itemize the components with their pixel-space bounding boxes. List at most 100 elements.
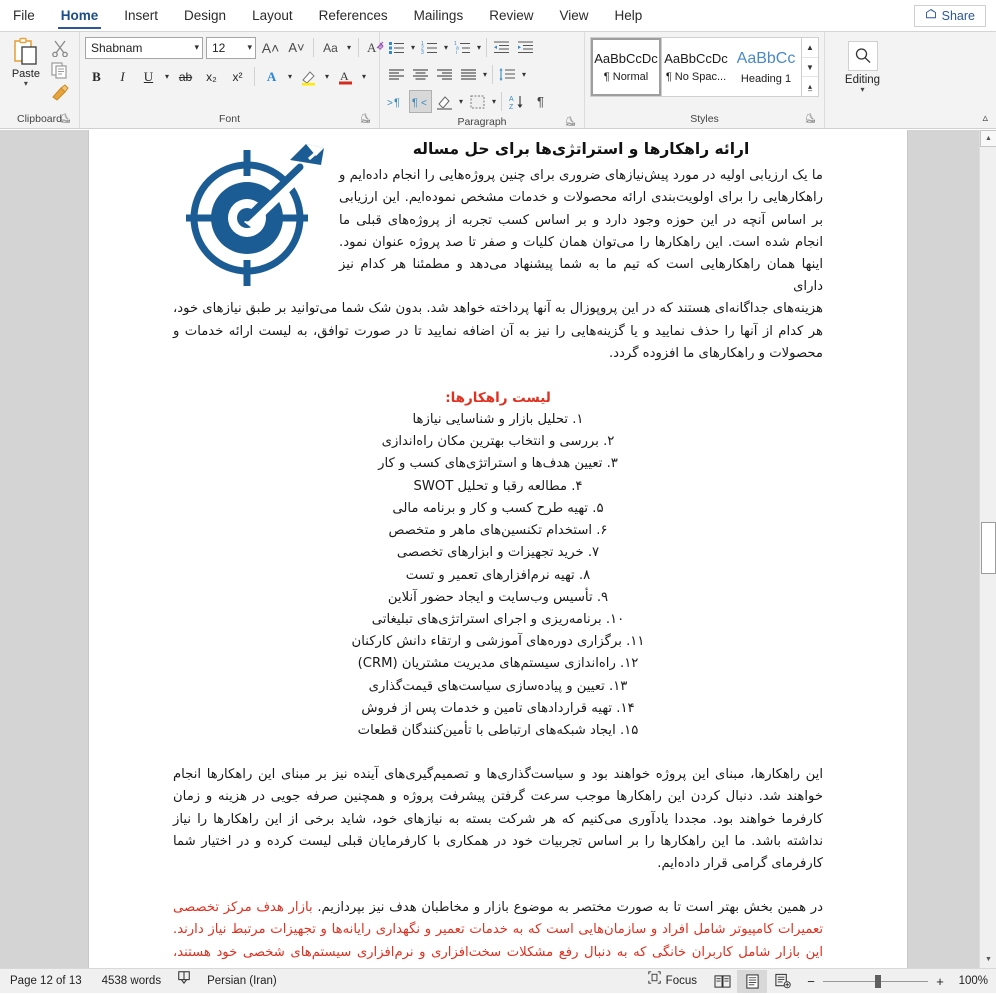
tab-layout[interactable]: Layout xyxy=(239,0,306,31)
scrollbar-thumb[interactable] xyxy=(981,522,996,574)
styles-scroll-up-icon[interactable]: ▲ xyxy=(802,38,818,58)
focus-mode-button[interactable]: Focus xyxy=(638,969,707,994)
format-painter-button[interactable] xyxy=(50,83,70,102)
tab-review[interactable]: Review xyxy=(476,0,546,31)
grow-font-button[interactable]: A˄ xyxy=(259,36,282,59)
multilevel-list-chevron-down-icon[interactable]: ▾ xyxy=(475,43,483,52)
highlight-chevron-down-icon[interactable]: ▾ xyxy=(323,72,331,81)
align-center-button[interactable] xyxy=(409,63,432,86)
subscript-button[interactable]: x₂ xyxy=(200,65,223,88)
change-case-chevron-down-icon[interactable]: ▾ xyxy=(345,43,353,52)
underline-button[interactable]: U xyxy=(137,65,160,88)
decrease-indent-button[interactable] xyxy=(490,36,513,59)
align-left-button[interactable] xyxy=(385,63,408,86)
zoom-out-button[interactable]: − xyxy=(805,974,817,989)
bullets-button[interactable] xyxy=(385,36,408,59)
tab-mailings-label: Mailings xyxy=(414,8,464,23)
page-number-status[interactable]: Page 12 of 13 xyxy=(0,969,92,994)
italic-button[interactable]: I xyxy=(111,65,134,88)
intro-paragraph-continued: هزینه‌های جداگانه‌ای هستند که در این پرو… xyxy=(173,298,823,365)
tab-help[interactable]: Help xyxy=(602,0,656,31)
underline-chevron-down-icon[interactable]: ▾ xyxy=(163,72,171,81)
scroll-up-icon[interactable]: ▲ xyxy=(980,130,996,147)
clipboard-dialog-launcher[interactable]: ⛸ xyxy=(60,110,71,127)
line-spacing-button[interactable] xyxy=(496,63,519,86)
style-item-normal[interactable]: AaBbCcDc ¶ Normal xyxy=(591,38,661,96)
font-color-chevron-down-icon[interactable]: ▾ xyxy=(360,72,368,81)
bullets-chevron-down-icon[interactable]: ▾ xyxy=(409,43,417,52)
status-bar: Page 12 of 13 4538 words Persian (Iran) … xyxy=(0,968,996,993)
web-layout-button[interactable] xyxy=(767,970,797,993)
text-effects-button[interactable]: A xyxy=(260,65,283,88)
zoom-slider-thumb[interactable] xyxy=(875,975,881,988)
tab-view[interactable]: View xyxy=(546,0,601,31)
font-color-button[interactable]: A xyxy=(334,65,357,88)
zoom-slider[interactable] xyxy=(823,981,928,982)
font-dialog-launcher[interactable]: ⛸ xyxy=(360,110,371,127)
bold-button[interactable]: B xyxy=(85,65,108,88)
shading-button[interactable] xyxy=(433,90,456,113)
paragraph-row-1: ▾ 123 ▾ 1ai ▾ xyxy=(385,35,537,60)
styles-more-icon[interactable]: ▴̲ xyxy=(802,77,818,96)
vertical-scrollbar[interactable]: ▲ ▼ xyxy=(979,130,996,968)
show-formatting-marks-button[interactable]: ¶ xyxy=(529,90,552,113)
cut-button[interactable] xyxy=(50,39,70,58)
justify-button[interactable] xyxy=(457,63,480,86)
numbering-chevron-down-icon[interactable]: ▾ xyxy=(442,43,450,52)
styles-scroll-down-icon[interactable]: ▼ xyxy=(802,58,818,78)
left-to-right-button[interactable]: >¶ xyxy=(385,90,408,113)
tab-file[interactable]: File xyxy=(0,0,48,31)
increase-indent-button[interactable] xyxy=(514,36,537,59)
superscript-button[interactable]: x² xyxy=(226,65,249,88)
tab-design[interactable]: Design xyxy=(171,0,239,31)
shading-chevron-down-icon[interactable]: ▾ xyxy=(457,97,465,106)
word-count-status[interactable]: 4538 words xyxy=(92,969,171,994)
font-size-combo[interactable]: 12 ▾ xyxy=(206,37,256,59)
styles-dialog-launcher[interactable]: ⛸ xyxy=(805,110,816,127)
shrink-font-button[interactable]: A˅ xyxy=(285,36,308,59)
tab-references[interactable]: References xyxy=(306,0,401,31)
style-item-no-spacing[interactable]: AaBbCcDc ¶ No Spac... xyxy=(661,38,731,96)
editing-chevron-down-icon[interactable]: ▾ xyxy=(860,86,864,93)
svg-text:A: A xyxy=(340,69,349,83)
zoom-in-button[interactable]: + xyxy=(934,974,946,989)
language-status[interactable]: Persian (Iran) xyxy=(197,969,287,994)
right-to-left-button[interactable]: ¶< xyxy=(409,90,432,113)
font-family-combo[interactable]: Shabnam ▾ xyxy=(85,37,203,59)
numbering-button[interactable]: 123 xyxy=(418,36,441,59)
list-item: ۶. استخدام تکنسین‌های ماهر و متخصص xyxy=(173,520,823,542)
tab-home[interactable]: Home xyxy=(48,0,112,31)
line-spacing-chevron-down-icon[interactable]: ▾ xyxy=(520,70,528,79)
tab-insert[interactable]: Insert xyxy=(111,0,171,31)
change-case-button[interactable]: Aa xyxy=(319,36,342,59)
scroll-down-icon[interactable]: ▼ xyxy=(980,951,996,968)
strikethrough-button[interactable]: ab xyxy=(174,65,197,88)
editing-button[interactable]: Editing ▾ xyxy=(830,35,895,93)
tab-references-label: References xyxy=(319,8,388,23)
document-page[interactable]: ارائه راهکارها و استراتژی‌ها برای حل مسا… xyxy=(88,130,908,968)
zoom-level-label[interactable]: 100% xyxy=(952,975,988,987)
style-item-heading-1[interactable]: AaBbCс Heading 1 xyxy=(731,38,801,96)
copy-button[interactable] xyxy=(50,61,70,80)
paragraph-dialog-launcher[interactable]: ⛸ xyxy=(565,113,576,130)
proofing-errors-icon[interactable] xyxy=(171,969,197,994)
align-right-button[interactable] xyxy=(433,63,456,86)
search-icon xyxy=(848,41,878,71)
multilevel-list-button[interactable]: 1ai xyxy=(451,36,474,59)
print-layout-button[interactable] xyxy=(737,970,767,993)
list-item: ۱۰. برنامه‌ریزی و اجرای استراتژی‌های تبل… xyxy=(173,609,823,631)
borders-chevron-down-icon[interactable]: ▾ xyxy=(490,97,498,106)
collapse-ribbon-button[interactable]: ▵ xyxy=(982,111,988,124)
read-mode-button[interactable] xyxy=(707,970,737,993)
list-item: ۸. تهیه نرم‌افزارهای تعمیر و تست xyxy=(173,565,823,587)
tab-mailings[interactable]: Mailings xyxy=(401,0,477,31)
justify-chevron-down-icon[interactable]: ▾ xyxy=(481,70,489,79)
highlight-button[interactable] xyxy=(297,65,320,88)
text-effects-chevron-down-icon[interactable]: ▾ xyxy=(286,72,294,81)
paste-dropdown-caret-icon[interactable]: ▾ xyxy=(24,80,28,87)
borders-button[interactable] xyxy=(466,90,489,113)
paste-button[interactable]: Paste ▾ xyxy=(5,35,47,87)
sort-button[interactable]: AZ xyxy=(505,90,528,113)
share-button[interactable]: Share xyxy=(914,5,986,27)
style-no-spacing-preview: AaBbCcDc xyxy=(664,51,728,66)
